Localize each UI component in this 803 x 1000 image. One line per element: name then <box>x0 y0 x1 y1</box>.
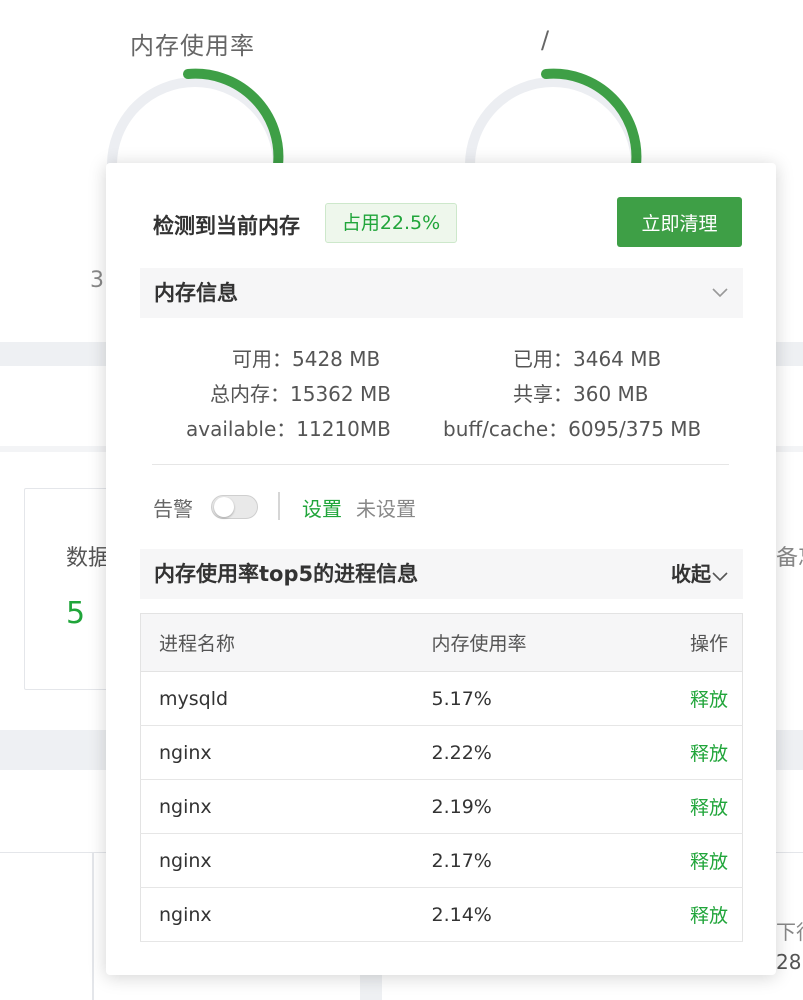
memory-usage-gauge <box>107 68 284 170</box>
kv-total: 总内存：15362 MB <box>210 378 391 407</box>
vertical-separator <box>278 492 280 520</box>
kv-value: 5428 MB <box>292 347 381 371</box>
chevron-down-icon[interactable] <box>711 268 729 338</box>
table-row: nginx 2.14% 释放 <box>140 887 743 942</box>
memory-info-title: 内存信息 <box>154 281 238 305</box>
bg-right-partial-value: 28 <box>776 950 802 974</box>
release-cell: 释放 <box>638 833 743 888</box>
process-name: nginx <box>140 887 414 942</box>
kv-label: available： <box>186 417 297 441</box>
column-header-usage: 内存使用率 <box>413 613 639 672</box>
collapse-toggle[interactable]: 收起 <box>671 549 729 599</box>
clean-now-button[interactable]: 立即清理 <box>617 197 742 247</box>
bg-divider-band <box>92 852 94 1000</box>
section-divider <box>152 464 729 465</box>
bg-right-partial-label: 备忘 <box>776 546 803 571</box>
kv-label: 共享： <box>513 382 573 406</box>
process-usage: 2.14% <box>413 887 639 942</box>
table-row: nginx 2.19% 释放 <box>140 779 743 834</box>
table-header-row: 进程名称 内存使用率 操作 <box>140 613 743 672</box>
memory-usage-gauge-title: 内存使用率 <box>130 32 255 60</box>
kv-value: 360 MB <box>573 382 649 406</box>
release-button[interactable]: 释放 <box>690 851 728 873</box>
bg-divider-band <box>360 975 382 1000</box>
column-header-name: 进程名称 <box>140 613 414 672</box>
kv-shared: 共享：360 MB <box>513 378 649 407</box>
release-cell: 释放 <box>638 779 743 834</box>
kv-available-raw: available：11210MB <box>186 413 391 442</box>
process-name: nginx <box>140 725 414 780</box>
table-row: nginx 2.22% 释放 <box>140 725 743 780</box>
kv-value: 11210MB <box>296 417 391 441</box>
release-button[interactable]: 释放 <box>690 905 728 927</box>
release-button[interactable]: 释放 <box>690 797 728 819</box>
toggle-knob <box>214 497 234 517</box>
bg-right-partial-label: 下行 <box>776 920 803 944</box>
process-table: 进程名称 内存使用率 操作 mysqld 5.17% 释放 nginx 2.22… <box>140 613 743 942</box>
kv-value: 15362 MB <box>290 382 391 406</box>
memory-info-header[interactable]: 内存信息 <box>140 268 743 318</box>
release-button[interactable]: 释放 <box>690 743 728 765</box>
kv-available: 可用：5428 MB <box>232 343 380 372</box>
process-section-title: 内存使用率top5的进程信息 <box>154 562 419 586</box>
column-header-action: 操作 <box>638 613 743 672</box>
stat-card-label: 数据 <box>66 546 111 571</box>
kv-label: 可用： <box>232 347 292 371</box>
alarm-toggle[interactable] <box>211 495 258 519</box>
usage-badge: 占用22.5% <box>325 203 457 243</box>
stat-card-value: 5 <box>66 596 86 631</box>
kv-value: 6095/375 MB <box>568 417 702 441</box>
release-cell: 释放 <box>638 725 743 780</box>
chevron-down-icon <box>712 571 728 581</box>
process-usage: 2.19% <box>413 779 639 834</box>
process-usage: 5.17% <box>413 671 639 726</box>
process-name: nginx <box>140 833 414 888</box>
table-row: mysqld 5.17% 释放 <box>140 671 743 726</box>
kv-used: 已用：3464 MB <box>513 343 661 372</box>
disk-usage-gauge <box>465 68 642 170</box>
memory-popup: 检测到当前内存 占用22.5% 立即清理 内存信息 可用：5428 MB 已用：… <box>106 163 776 975</box>
kv-value: 3464 MB <box>573 347 662 371</box>
disk-gauge-title: / <box>541 26 551 54</box>
alarm-status: 未设置 <box>356 497 416 521</box>
process-usage: 2.17% <box>413 833 639 888</box>
bg-partial-text: 3 <box>90 268 104 293</box>
alarm-label: 告警 <box>153 497 193 521</box>
process-usage: 2.22% <box>413 725 639 780</box>
kv-buff-cache: buff/cache：6095/375 MB <box>443 413 701 442</box>
popup-title: 检测到当前内存 <box>153 214 300 238</box>
release-button[interactable]: 释放 <box>690 689 728 711</box>
release-cell: 释放 <box>638 887 743 942</box>
collapse-label: 收起 <box>671 562 711 586</box>
process-section-header: 内存使用率top5的进程信息 收起 <box>140 549 743 599</box>
kv-label: 总内存： <box>210 382 290 406</box>
table-row: nginx 2.17% 释放 <box>140 833 743 888</box>
kv-label: buff/cache： <box>443 417 569 441</box>
kv-label: 已用： <box>513 347 573 371</box>
process-name: mysqld <box>140 671 414 726</box>
release-cell: 释放 <box>638 671 743 726</box>
alarm-settings-link[interactable]: 设置 <box>302 493 342 522</box>
process-name: nginx <box>140 779 414 834</box>
